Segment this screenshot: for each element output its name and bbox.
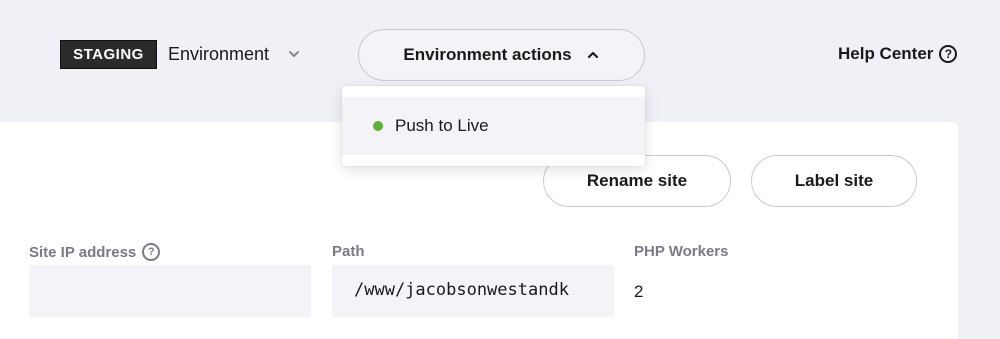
environment-label[interactable]: Environment	[168, 44, 269, 65]
site-ip-label: Site IP address	[29, 243, 137, 261]
question-circle-icon[interactable]: ?	[142, 243, 161, 261]
php-workers-label: PHP Workers	[634, 243, 729, 260]
status-dot-icon	[373, 121, 383, 131]
help-center-label: Help Center	[838, 44, 934, 63]
help-center-link[interactable]: Help Center ?	[838, 44, 958, 64]
environment-actions-button[interactable]: Environment actions	[358, 29, 645, 81]
path-label: Path	[332, 243, 365, 260]
push-to-live-menu-item[interactable]: Push to Live	[342, 97, 645, 155]
site-ip-label-group: Site IP address ?	[29, 243, 161, 261]
environment-badge: STAGING	[60, 40, 157, 69]
php-workers-value: 2	[634, 282, 644, 301]
path-field[interactable]: /www/jacobsonwestandk	[332, 265, 614, 317]
label-site-button[interactable]: Label site	[751, 155, 917, 207]
site-ip-field[interactable]	[29, 265, 311, 317]
environment-actions-dropdown: Push to Live	[342, 86, 645, 166]
push-to-live-label: Push to Live	[395, 116, 489, 135]
environment-actions-label: Environment actions	[403, 45, 572, 64]
chevron-down-icon[interactable]	[287, 47, 301, 61]
path-value: /www/jacobsonwestandk	[354, 280, 569, 300]
question-circle-icon: ?	[939, 45, 958, 63]
chevron-up-icon	[587, 51, 598, 59]
